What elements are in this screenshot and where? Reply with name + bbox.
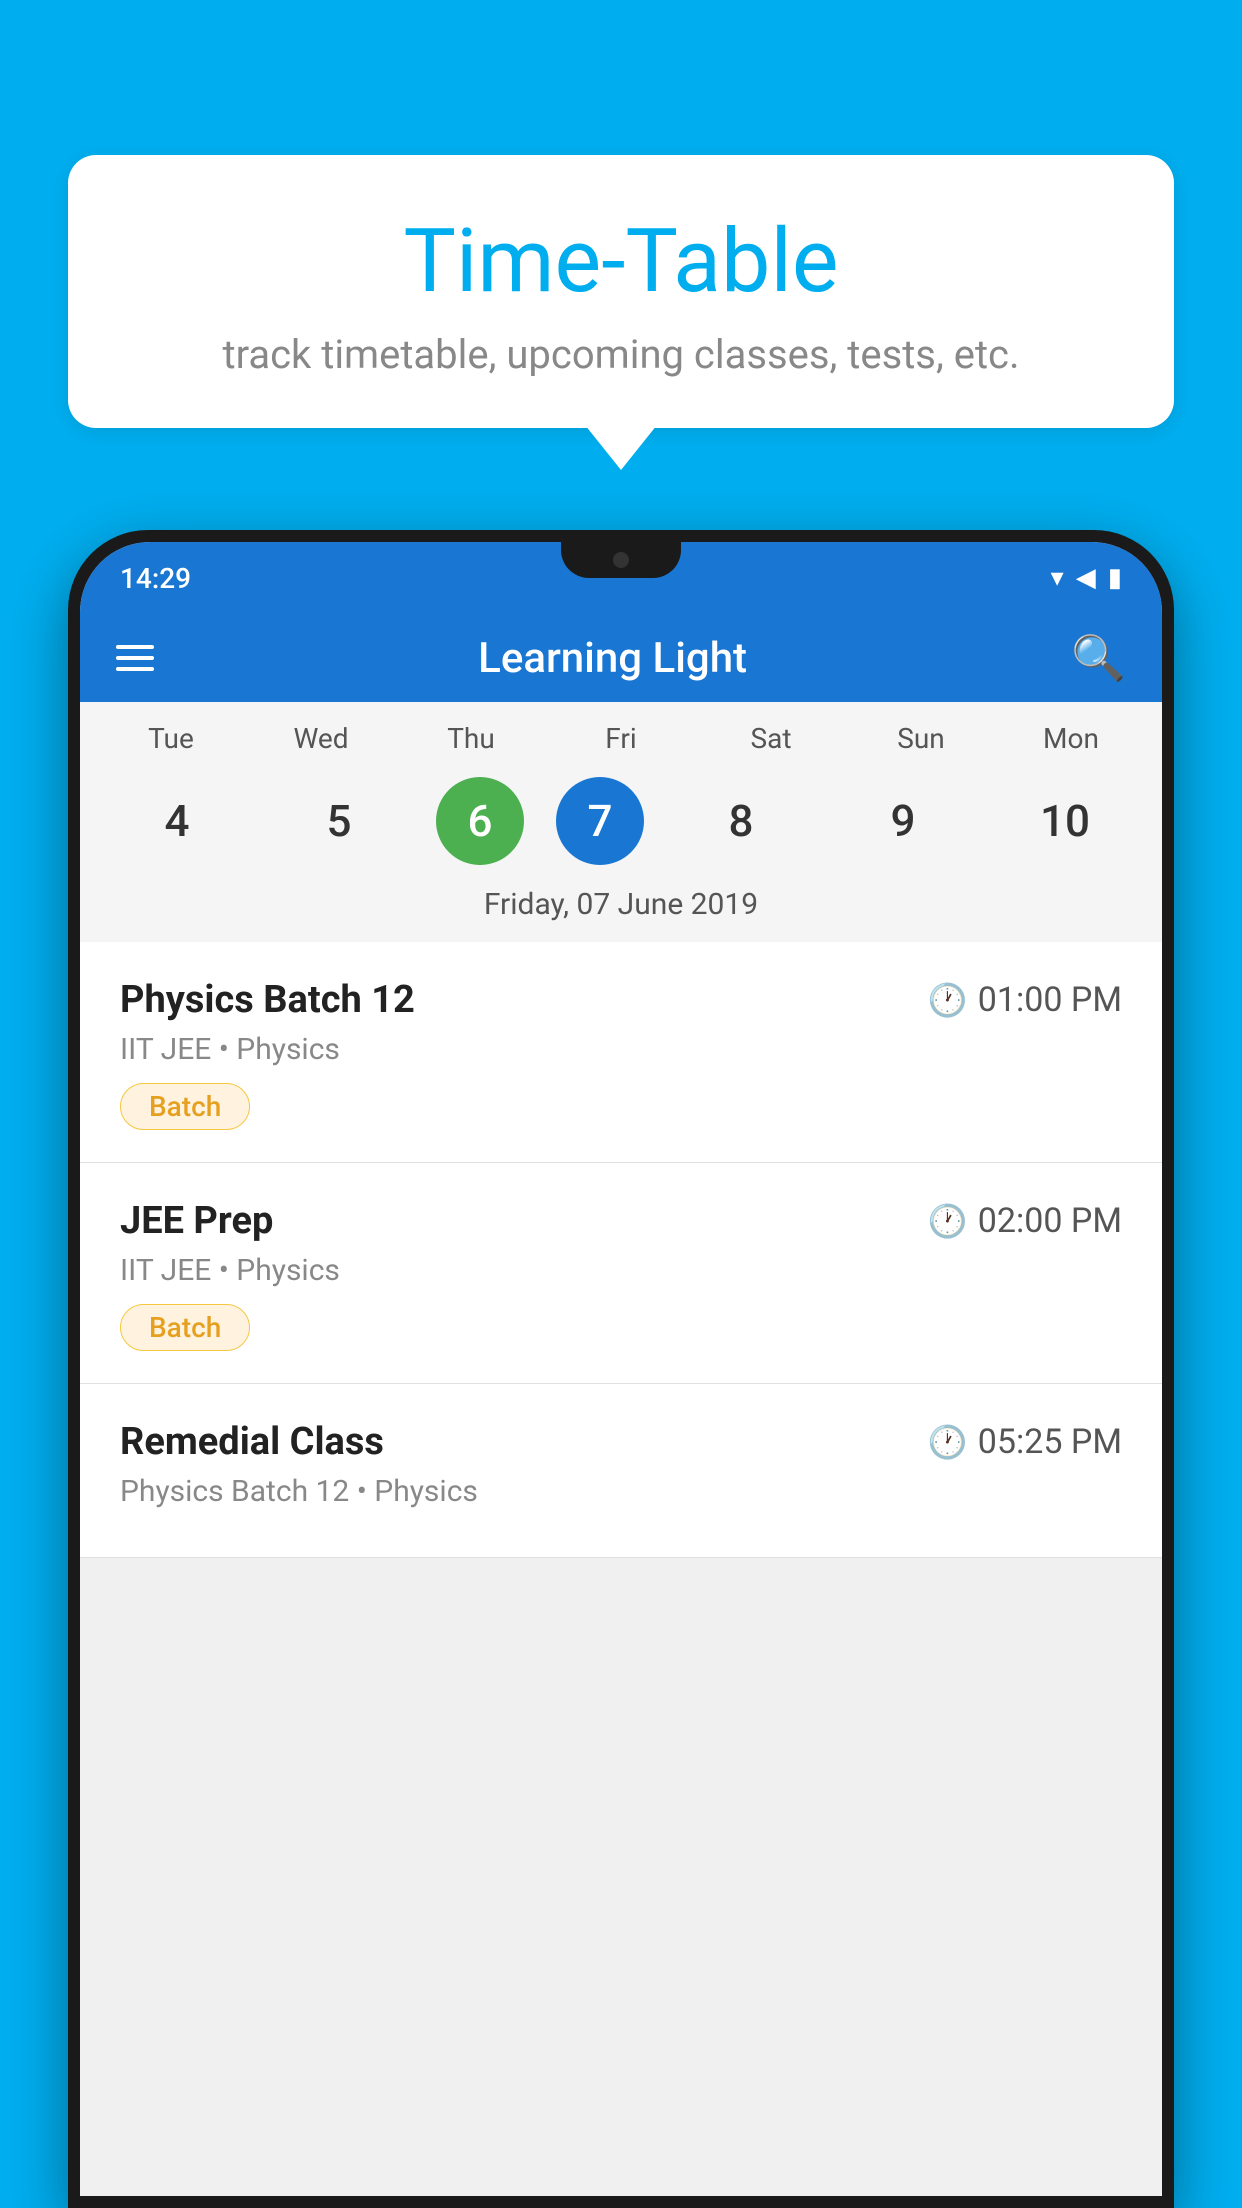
class-name: JEE Prep <box>120 1199 273 1243</box>
clock-icon: 🕐 <box>928 981 968 1019</box>
class-subtitle: Physics Batch 12 • Physics <box>120 1474 1122 1509</box>
class-time: 🕐 01:00 PM <box>928 980 1122 1020</box>
day-number-10[interactable]: 10 <box>1000 771 1130 871</box>
status-bar: 14:29 ▾ ◀ ▮ <box>80 542 1162 614</box>
selected-date: Friday, 07 June 2019 <box>80 871 1162 942</box>
class-item-header: Physics Batch 12 🕐 01:00 PM <box>120 978 1122 1022</box>
day-header-thu: Thu <box>406 722 536 755</box>
batch-tag: Batch <box>120 1304 250 1351</box>
day-numbers: 456789 10 <box>80 755 1162 871</box>
clock-icon: 🕐 <box>928 1202 968 1240</box>
phone-frame: 14:29 ▾ ◀ ▮ Learning Light 🔍 Tu <box>68 530 1174 2208</box>
day-headers: Tue Wed Thu Fri Sat Sun Mon <box>80 722 1162 755</box>
app-title: Learning Light <box>478 634 747 683</box>
status-icons: ▾ ◀ ▮ <box>1051 563 1122 593</box>
day-number-8[interactable]: 8 <box>676 771 806 871</box>
page-subtitle: track timetable, upcoming classes, tests… <box>128 331 1114 378</box>
day-header-tue: Tue <box>106 722 236 755</box>
class-subtitle: IIT JEE • Physics <box>120 1032 1122 1067</box>
signal-icon: ◀ <box>1076 563 1096 593</box>
class-item[interactable]: Remedial Class 🕐 05:25 PM Physics Batch … <box>80 1384 1162 1558</box>
search-button[interactable]: 🔍 <box>1071 632 1126 684</box>
day-number-6[interactable]: 6 <box>436 777 524 865</box>
clock-icon: 🕐 <box>928 1423 968 1461</box>
class-list: Physics Batch 12 🕐 01:00 PM IIT JEE • Ph… <box>80 942 1162 1558</box>
batch-tag: Batch <box>120 1083 250 1130</box>
camera-dot <box>613 552 629 568</box>
day-header-mon: Mon <box>1006 722 1136 755</box>
status-time: 14:29 <box>120 562 191 595</box>
day-number-9[interactable]: 9 <box>838 771 968 871</box>
day-header-sun: Sun <box>856 722 986 755</box>
class-item-header: Remedial Class 🕐 05:25 PM <box>120 1420 1122 1464</box>
class-item[interactable]: Physics Batch 12 🕐 01:00 PM IIT JEE • Ph… <box>80 942 1162 1163</box>
page-title: Time-Table <box>128 210 1114 313</box>
menu-button[interactable] <box>116 645 154 671</box>
class-name: Remedial Class <box>120 1420 384 1464</box>
day-header-sat: Sat <box>706 722 836 755</box>
class-time: 🕐 02:00 PM <box>928 1201 1122 1241</box>
class-item-header: JEE Prep 🕐 02:00 PM <box>120 1199 1122 1243</box>
phone-notch <box>561 542 681 578</box>
calendar-strip: Tue Wed Thu Fri Sat Sun Mon 456789 10 Friday, 0… <box>80 702 1162 942</box>
battery-icon: ▮ <box>1108 563 1122 593</box>
class-subtitle: IIT JEE • Physics <box>120 1253 1122 1288</box>
day-header-fri: Fri <box>556 722 686 755</box>
phone-screen: 14:29 ▾ ◀ ▮ Learning Light 🔍 Tu <box>80 542 1162 2196</box>
day-number-4[interactable]: 4 <box>112 771 242 871</box>
day-number-7[interactable]: 7 <box>556 777 644 865</box>
wifi-icon: ▾ <box>1051 563 1064 593</box>
speech-bubble: Time-Table track timetable, upcoming cla… <box>68 155 1174 428</box>
class-time: 🕐 05:25 PM <box>928 1422 1122 1462</box>
day-number-5[interactable]: 5 <box>274 771 404 871</box>
class-item[interactable]: JEE Prep 🕐 02:00 PM IIT JEE • Physics Ba… <box>80 1163 1162 1384</box>
class-name: Physics Batch 12 <box>120 978 415 1022</box>
day-header-wed: Wed <box>256 722 386 755</box>
app-bar: Learning Light 🔍 <box>80 614 1162 702</box>
